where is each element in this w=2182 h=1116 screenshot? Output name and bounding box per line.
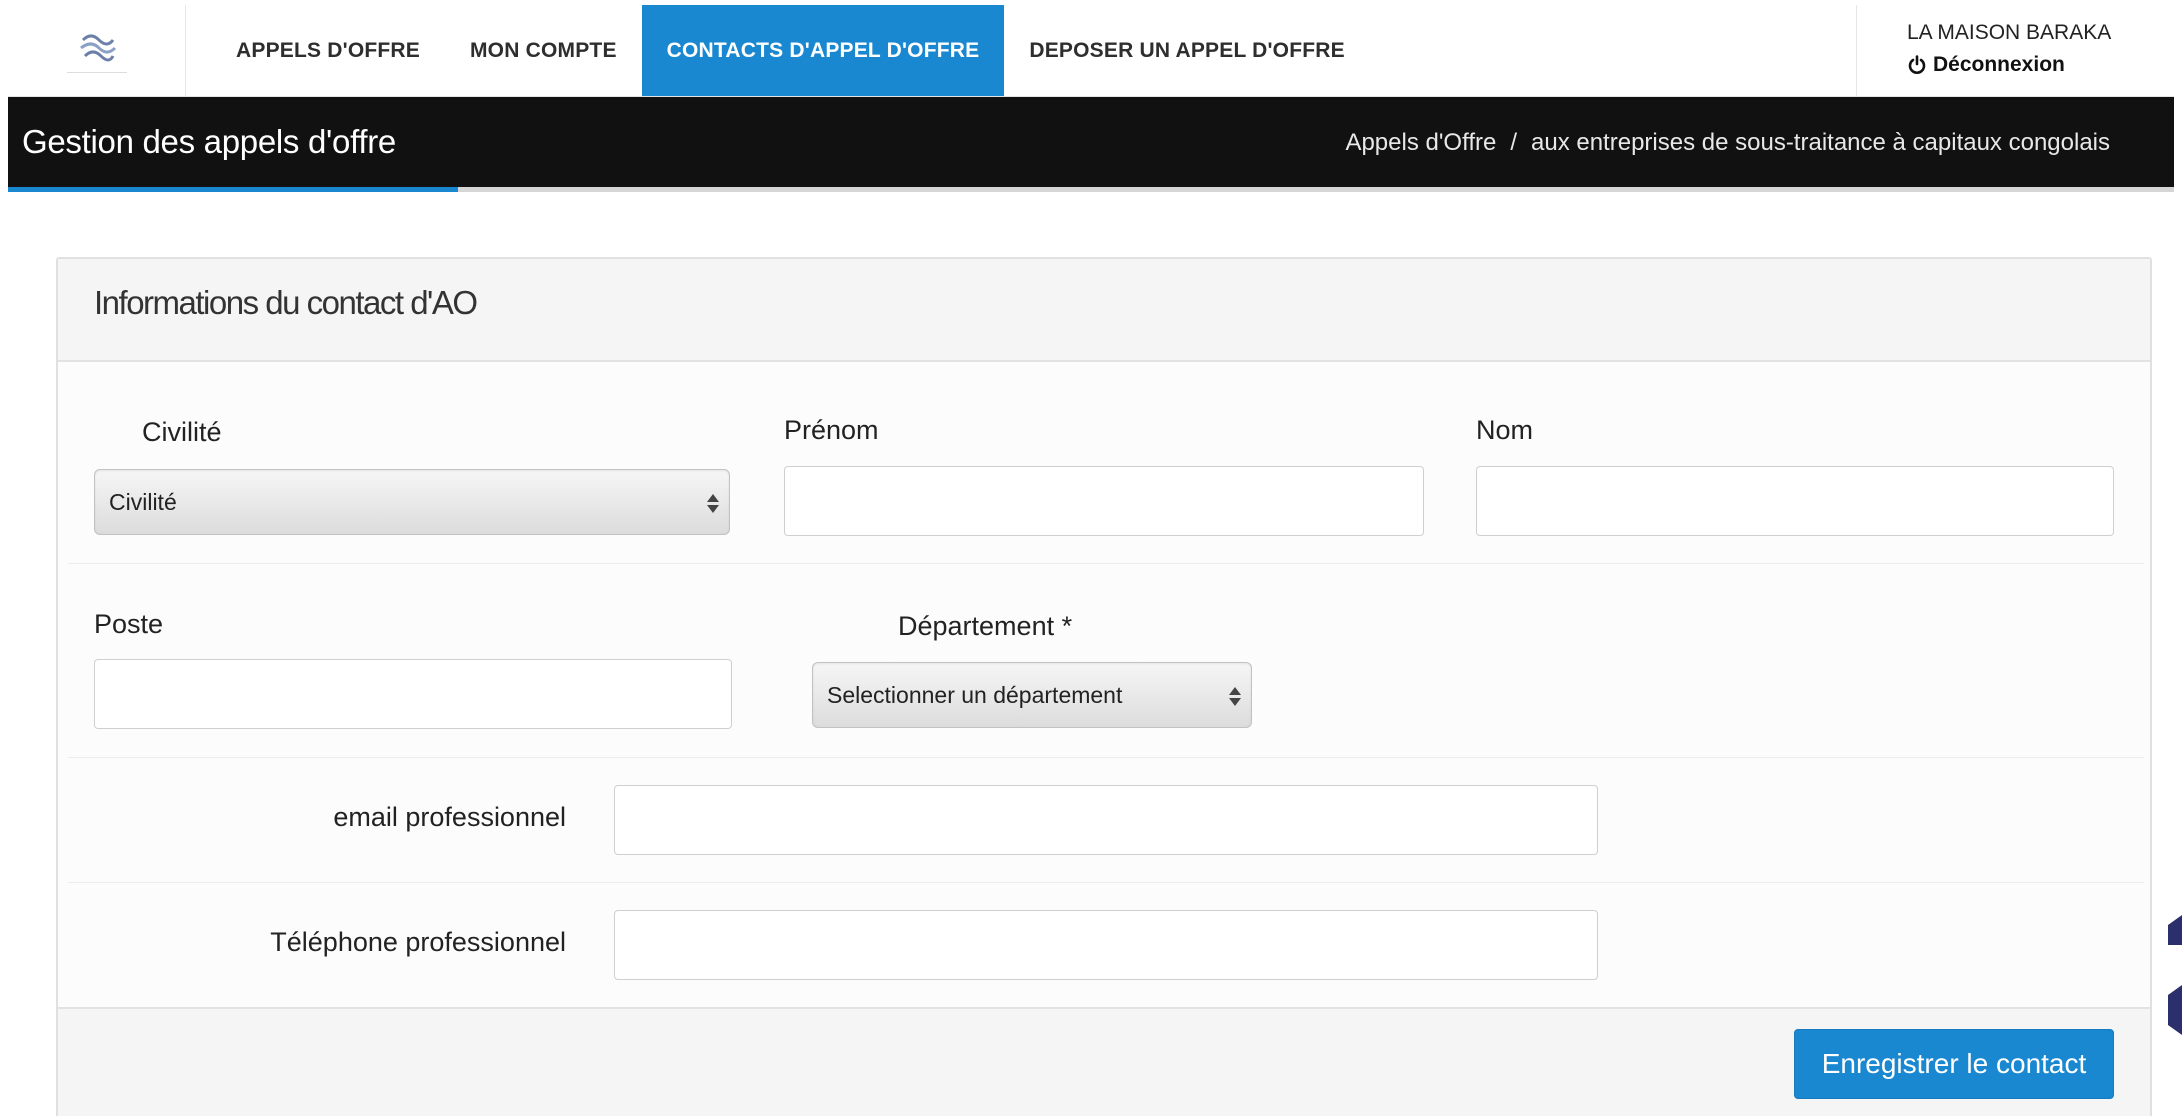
- row-divider: [68, 882, 2144, 883]
- breadcrumb-item-current: aux entreprises de sous-traitance à capi…: [1531, 129, 2110, 156]
- nom-input[interactable]: [1476, 466, 2114, 536]
- telephone-input[interactable]: [614, 910, 1598, 980]
- poste-label: Poste: [94, 609, 164, 639]
- company-logo-icon: [79, 34, 116, 61]
- main-nav: APPELS D'OFFRE MON COMPTE CONTACTS D'APP…: [186, 5, 1370, 96]
- civilite-label: Civilité: [142, 417, 222, 447]
- page-title: Gestion des appels d'offre: [22, 123, 396, 160]
- power-icon: [1908, 55, 1926, 74]
- header-accent-bar: [8, 187, 458, 192]
- email-label: email professionnel: [333, 802, 566, 832]
- contact-form-panel: Informations du contact d'AO Civilité Ci…: [56, 257, 2152, 1116]
- updown-arrows-icon: [707, 488, 719, 518]
- panel-header: Informations du contact d'AO: [58, 259, 2150, 362]
- nav-mon-compte[interactable]: MON COMPTE: [445, 5, 642, 96]
- civilite-selected: Civilité: [109, 488, 177, 515]
- departement-select[interactable]: Selectionner un département: [812, 662, 1252, 728]
- email-input[interactable]: [614, 785, 1598, 855]
- nav-appels-offre[interactable]: APPELS D'OFFRE: [186, 5, 445, 96]
- updown-arrows-icon: [1229, 681, 1241, 711]
- page-header: Gestion des appels d'offre Appels d'Offr…: [8, 97, 2174, 187]
- top-navbar: APPELS D'OFFRE MON COMPTE CONTACTS D'APP…: [8, 5, 2174, 97]
- edge-decoration-icon: [2168, 915, 2182, 1035]
- panel-title: Informations du contact d'AO: [94, 284, 478, 321]
- departement-label: Département *: [898, 611, 1073, 641]
- nav-contacts-appel-offre[interactable]: CONTACTS D'APPEL D'OFFRE: [641, 5, 1005, 96]
- row-divider: [68, 757, 2144, 758]
- breadcrumb-separator: /: [1510, 129, 1517, 156]
- logout-link[interactable]: Déconnexion: [1907, 53, 2174, 77]
- telephone-label: Téléphone professionnel: [270, 927, 566, 957]
- company-logo[interactable]: [8, 5, 186, 97]
- breadcrumb: Appels d'Offre / aux entreprises de sous-t…: [1345, 129, 2110, 157]
- row-divider: [68, 563, 2144, 564]
- save-contact-button[interactable]: Enregistrer le contact: [1794, 1029, 2114, 1099]
- user-name: LA MAISON BARAKA: [1907, 21, 2112, 44]
- nom-label: Nom: [1476, 415, 1534, 445]
- breadcrumb-item[interactable]: Appels d'Offre: [1345, 129, 1496, 156]
- nav-deposer-appel-offre[interactable]: DEPOSER UN APPEL D'OFFRE: [1004, 5, 1370, 96]
- departement-selected: Selectionner un département: [827, 681, 1123, 708]
- prenom-input[interactable]: [784, 466, 1424, 536]
- panel-footer: Enregistrer le contact: [58, 1007, 2150, 1116]
- logout-label: Déconnexion: [1933, 53, 2065, 76]
- logo-underline: [66, 71, 127, 73]
- user-box: LA MAISON BARAKA Déconnexion: [1856, 5, 2174, 96]
- prenom-label: Prénom: [784, 415, 879, 445]
- civilite-select[interactable]: Civilité: [94, 469, 730, 535]
- poste-input[interactable]: [94, 659, 732, 729]
